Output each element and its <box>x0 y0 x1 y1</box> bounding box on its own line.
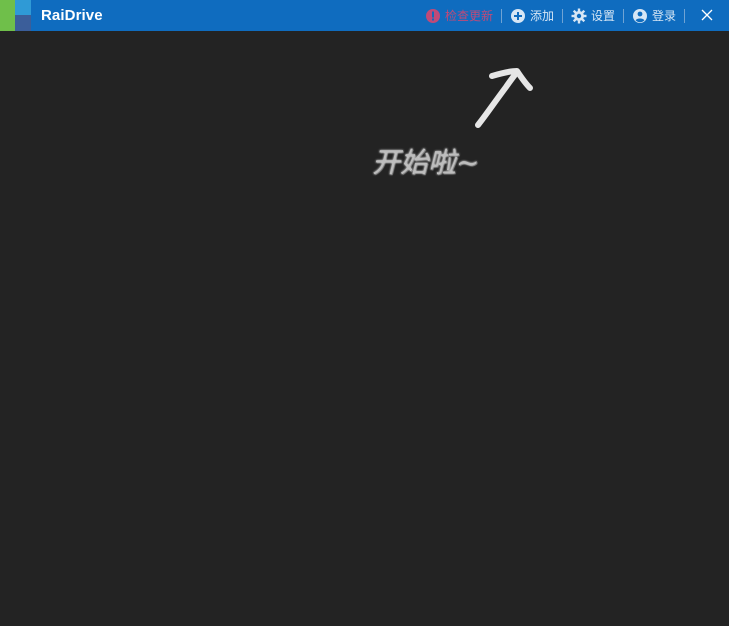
add-button[interactable]: 添加 <box>502 0 562 31</box>
user-circle-icon <box>632 8 648 24</box>
arrow-up-right-icon <box>475 68 533 128</box>
settings-label: 设置 <box>590 9 615 23</box>
add-circle-icon <box>510 8 526 24</box>
login-label: 登录 <box>651 9 676 23</box>
add-label: 添加 <box>529 9 554 23</box>
close-button[interactable] <box>685 0 729 31</box>
close-icon <box>701 6 713 25</box>
toolbar: 检查更新 添加 设置 登录 <box>417 0 729 31</box>
warning-button[interactable]: 检查更新 <box>417 0 501 31</box>
getting-started-hint: 开始啦~ <box>372 146 480 179</box>
raidrive-logo-icon <box>0 0 31 31</box>
warning-icon <box>425 8 441 24</box>
settings-button[interactable]: 设置 <box>563 0 623 31</box>
login-button[interactable]: 登录 <box>624 0 684 31</box>
warning-label: 检查更新 <box>444 9 493 23</box>
raidrive-window: RaiDrive 检查更新 添加 设置 登录 开始啦~ <box>0 0 729 626</box>
title-bar[interactable]: RaiDrive 检查更新 添加 设置 登录 <box>0 0 729 31</box>
app-title: RaiDrive <box>41 7 103 24</box>
main-content: 开始啦~ <box>0 31 729 626</box>
gear-icon <box>571 8 587 24</box>
